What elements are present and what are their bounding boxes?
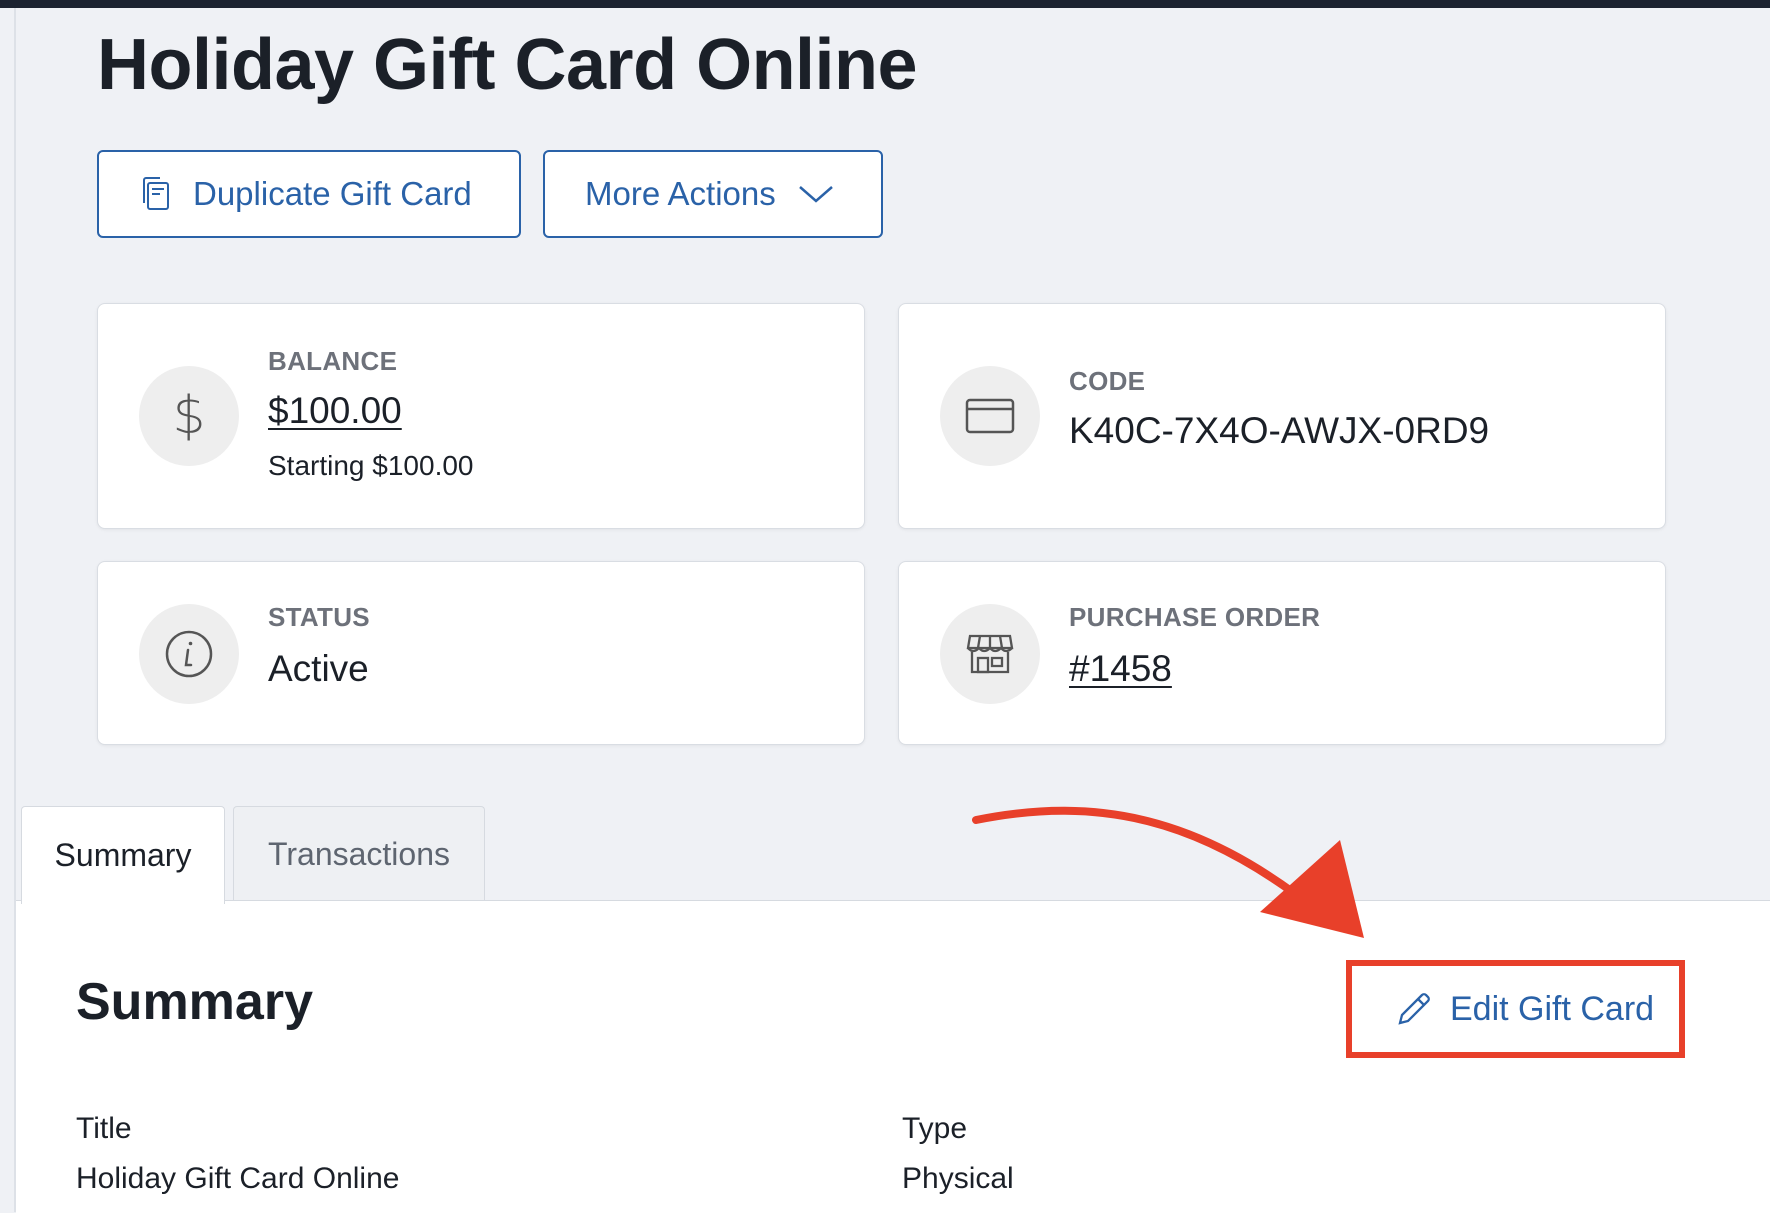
title-field-label: Title (76, 1112, 132, 1145)
balance-card: $ BALANCE $100.00 Starting $100.00 (97, 303, 865, 529)
store-icon (940, 604, 1040, 704)
balance-caption: BALANCE (268, 346, 398, 376)
duplicate-gift-card-label: Duplicate Gift Card (193, 175, 472, 212)
copy-icon (139, 175, 173, 213)
code-caption: CODE (1069, 366, 1146, 396)
status-card: STATUS Active (97, 561, 865, 745)
edit-gift-card-label: Edit Gift Card (1450, 989, 1655, 1028)
more-actions-button[interactable]: More Actions (543, 150, 883, 238)
info-icon (139, 604, 239, 704)
more-actions-label: More Actions (585, 175, 776, 212)
status-caption: STATUS (268, 602, 370, 632)
summary-heading: Summary (76, 973, 313, 1031)
purchase-order-link[interactable]: #1458 (1069, 648, 1172, 690)
tab-summary[interactable]: Summary (21, 806, 225, 904)
type-field-value: Physical (902, 1162, 1014, 1195)
balance-value[interactable]: $100.00 (268, 390, 402, 432)
chevron-down-icon (798, 184, 834, 204)
code-card: CODE K40C-7X4O-AWJX-0RD9 (898, 303, 1666, 529)
page-title: Holiday Gift Card Online (97, 25, 918, 105)
pencil-icon (1394, 989, 1434, 1029)
annotation-arrow (972, 806, 1364, 938)
tab-transactions[interactable]: Transactions (233, 806, 485, 902)
top-bar (0, 0, 1770, 8)
purchase-order-caption: PURCHASE ORDER (1069, 602, 1321, 632)
code-value: K40C-7X4O-AWJX-0RD9 (1069, 410, 1490, 451)
purchase-order-card: PURCHASE ORDER #1458 (898, 561, 1666, 745)
duplicate-gift-card-button[interactable]: Duplicate Gift Card (97, 150, 521, 238)
credit-card-icon (940, 366, 1040, 466)
title-field-value: Holiday Gift Card Online (76, 1162, 400, 1195)
edit-gift-card-button[interactable]: Edit Gift Card (1346, 960, 1685, 1058)
type-field-label: Type (902, 1112, 968, 1145)
status-value: Active (268, 648, 369, 689)
starting-balance: Starting $100.00 (268, 450, 474, 481)
dollar-icon: $ (139, 366, 239, 466)
